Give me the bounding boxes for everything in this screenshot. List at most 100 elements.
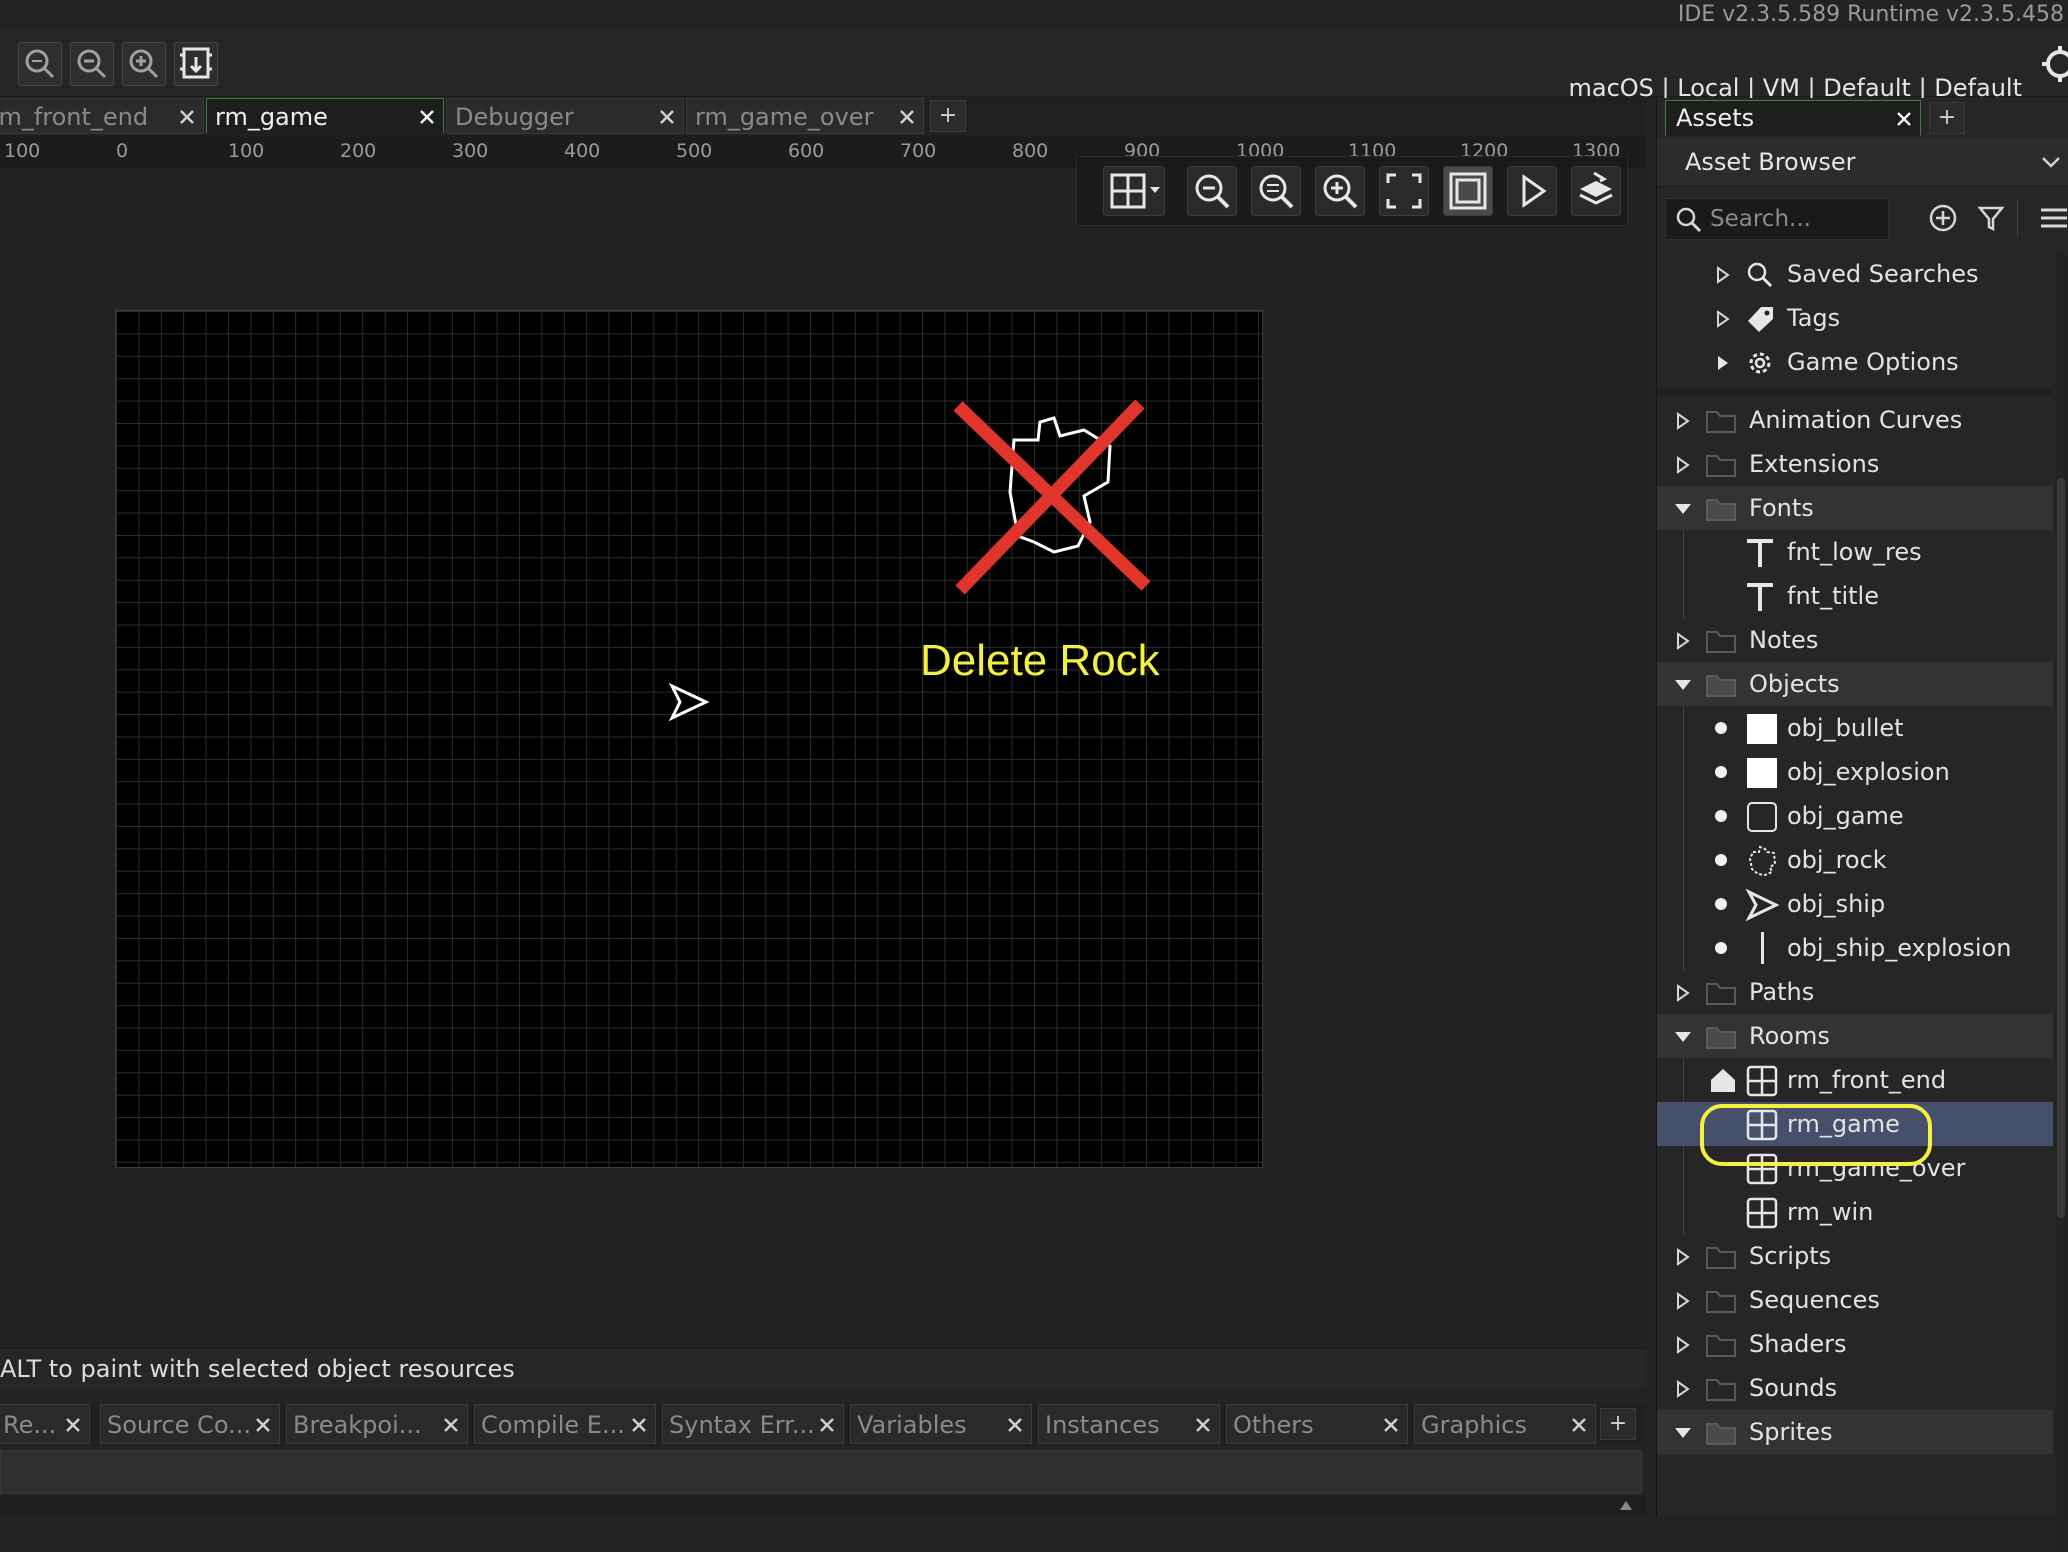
close-icon[interactable] xyxy=(1193,1415,1213,1435)
output-panel-content[interactable] xyxy=(0,1450,1642,1494)
output-scrollbar[interactable] xyxy=(0,1496,1646,1516)
add-output-tab-button[interactable]: + xyxy=(1600,1408,1636,1440)
expand-arrow-icon[interactable] xyxy=(1675,412,1691,430)
zoom-in-button[interactable] xyxy=(122,42,166,86)
tree-item-obj-explosion[interactable]: obj_explosion xyxy=(1657,750,2053,794)
close-icon[interactable] xyxy=(441,1415,461,1435)
tree-item-rm-front-end[interactable]: rm_front_end xyxy=(1657,1058,2053,1102)
expand-arrow-icon[interactable] xyxy=(1675,1380,1691,1398)
tree-item-fnt-title[interactable]: fnt_title xyxy=(1657,574,2053,618)
rock-instance[interactable] xyxy=(950,396,1156,596)
device-button[interactable] xyxy=(174,42,218,86)
tab-breakpoints[interactable]: Breakpoi... xyxy=(286,1404,468,1444)
add-tab-button[interactable]: + xyxy=(930,100,966,132)
play-button[interactable] xyxy=(1507,166,1557,216)
add-asset-icon[interactable] xyxy=(1927,202,1959,234)
tree-item-sprites[interactable]: Sprites xyxy=(1657,1410,2053,1454)
close-icon[interactable] xyxy=(657,107,677,127)
tree-item-notes[interactable]: Notes xyxy=(1657,618,2053,662)
tree-item-game-options[interactable]: Game Options xyxy=(1657,340,2053,384)
tab-rm-front-end[interactable]: rm_front_end xyxy=(0,98,204,134)
room-zoom-reset-button[interactable] xyxy=(1251,166,1301,216)
tree-item-fnt-low-res[interactable]: fnt_low_res xyxy=(1657,530,2053,574)
tab-resources[interactable]: Re... xyxy=(0,1404,90,1444)
close-icon[interactable] xyxy=(1894,109,1914,129)
asset-search-input[interactable] xyxy=(1710,203,1880,235)
expand-arrow-icon[interactable] xyxy=(1675,456,1691,474)
tab-source-control[interactable]: Source Co... xyxy=(100,1404,280,1444)
tree-item-obj-game[interactable]: obj_game xyxy=(1657,794,2053,838)
collapse-arrow-icon[interactable] xyxy=(1673,1424,1693,1442)
tab-rm-game[interactable]: rm_game xyxy=(206,98,444,134)
collapse-arrow-icon[interactable] xyxy=(1673,1028,1693,1046)
zoom-out-button[interactable] xyxy=(70,42,114,86)
close-icon[interactable] xyxy=(1005,1415,1025,1435)
expand-arrow-icon[interactable] xyxy=(1675,1248,1691,1266)
tree-item-paths[interactable]: Paths xyxy=(1657,970,2053,1014)
add-panel-tab-button[interactable]: + xyxy=(1929,102,1965,134)
tab-debugger[interactable]: Debugger xyxy=(446,98,684,134)
collapse-arrow-icon[interactable] xyxy=(1673,500,1693,518)
close-icon[interactable] xyxy=(253,1415,273,1435)
tree-item-saved-searches[interactable]: Saved Searches xyxy=(1657,252,2053,296)
tab-label: Instances xyxy=(1045,1411,1160,1439)
close-icon[interactable] xyxy=(1381,1415,1401,1435)
asset-search-box[interactable] xyxy=(1665,198,1889,240)
tree-item-obj-bullet[interactable]: obj_bullet xyxy=(1657,706,2053,750)
asset-tree-scroll-thumb[interactable] xyxy=(2057,478,2065,1218)
tab-syntax-errors[interactable]: Syntax Err... xyxy=(662,1404,844,1444)
tab-instances[interactable]: Instances xyxy=(1038,1404,1220,1444)
tree-item-shaders[interactable]: Shaders xyxy=(1657,1322,2053,1366)
tree-item-rooms[interactable]: Rooms xyxy=(1657,1014,2053,1058)
tree-item-fonts[interactable]: Fonts xyxy=(1657,486,2053,530)
expand-arrow-icon[interactable] xyxy=(1715,266,1731,284)
tree-item-scripts[interactable]: Scripts xyxy=(1657,1234,2053,1278)
target-settings-icon[interactable] xyxy=(2038,42,2068,86)
tab-rm-game-over[interactable]: rm_game_over xyxy=(686,98,924,134)
zoom-reset-button[interactable] xyxy=(18,42,62,86)
close-icon[interactable] xyxy=(897,107,917,127)
grid-toggle-button[interactable] xyxy=(1103,166,1165,216)
room-zoom-in-button[interactable] xyxy=(1315,166,1365,216)
close-icon[interactable] xyxy=(1569,1415,1589,1435)
tree-item-extensions[interactable]: Extensions xyxy=(1657,442,2053,486)
tab-variables[interactable]: Variables xyxy=(850,1404,1032,1444)
frame-view-button[interactable] xyxy=(1443,166,1493,216)
tree-item-objects[interactable]: Objects xyxy=(1657,662,2053,706)
expand-arrow-icon[interactable] xyxy=(1675,1336,1691,1354)
tab-compile-errors[interactable]: Compile E... xyxy=(474,1404,656,1444)
tree-item-animation-curves[interactable]: Animation Curves xyxy=(1657,398,2053,442)
expand-arrow-icon[interactable] xyxy=(1675,632,1691,650)
menu-icon[interactable] xyxy=(2037,204,2068,232)
tree-item-tags[interactable]: Tags xyxy=(1657,296,2053,340)
expand-arrow-icon[interactable] xyxy=(1715,310,1731,328)
layers-button[interactable] xyxy=(1571,166,1621,216)
scroll-up-icon[interactable] xyxy=(1618,1498,1634,1512)
tab-assets[interactable]: Assets xyxy=(1665,100,1921,136)
tree-item-rm-win[interactable]: rm_win xyxy=(1657,1190,2053,1234)
close-icon[interactable] xyxy=(629,1415,649,1435)
asset-browser-header[interactable]: Asset Browser xyxy=(1657,138,2068,187)
close-icon[interactable] xyxy=(417,107,437,127)
tab-graphics[interactable]: Graphics xyxy=(1414,1404,1596,1444)
close-icon[interactable] xyxy=(817,1415,837,1435)
close-icon[interactable] xyxy=(63,1415,83,1435)
folder-icon xyxy=(1706,983,1736,1005)
tab-others[interactable]: Others xyxy=(1226,1404,1408,1444)
chevron-down-icon[interactable] xyxy=(2037,150,2065,174)
expand-arrow-icon[interactable] xyxy=(1675,984,1691,1002)
tree-item-sounds[interactable]: Sounds xyxy=(1657,1366,2053,1410)
fullscreen-button[interactable] xyxy=(1379,166,1429,216)
tree-item-sequences[interactable]: Sequences xyxy=(1657,1278,2053,1322)
tree-item-obj-ship-explosion[interactable]: obj_ship_explosion xyxy=(1657,926,2053,970)
expand-arrow-icon[interactable] xyxy=(1675,1292,1691,1310)
tree-item-obj-rock[interactable]: obj_rock xyxy=(1657,838,2053,882)
collapse-arrow-icon[interactable] xyxy=(1673,676,1693,694)
zoom-reset-icon xyxy=(1259,174,1294,209)
room-zoom-out-button[interactable] xyxy=(1187,166,1237,216)
expand-arrow-icon[interactable] xyxy=(1715,354,1731,372)
tree-item-obj-ship[interactable]: obj_ship xyxy=(1657,882,2053,926)
ship-instance[interactable] xyxy=(666,682,712,722)
close-icon[interactable] xyxy=(177,107,197,127)
filter-icon[interactable] xyxy=(1975,202,2007,234)
